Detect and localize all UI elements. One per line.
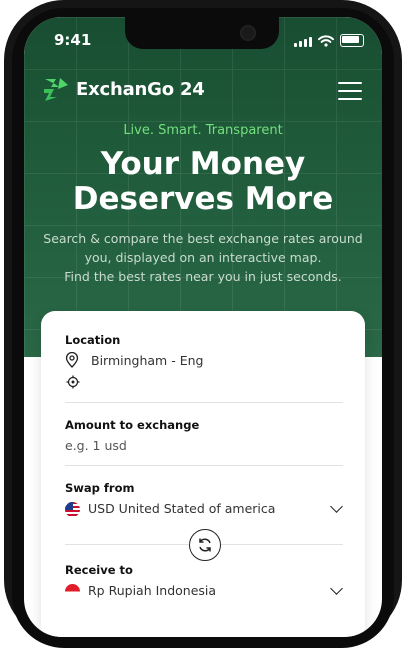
lightning-arrows-icon	[44, 78, 68, 101]
us-flag-icon	[65, 502, 80, 517]
hamburger-menu-icon[interactable]	[338, 82, 362, 106]
hero-description: Search & compare the best exchange rates…	[36, 229, 370, 286]
battery-icon	[340, 34, 364, 47]
hero-tagline: Live. Smart. Transparent	[123, 123, 283, 138]
description-line-1: Search & compare the best exchange rates…	[43, 231, 363, 246]
swap-from-value[interactable]: USD United Stated of america	[88, 501, 275, 516]
wifi-icon	[318, 35, 334, 47]
map-pin-icon	[65, 352, 79, 368]
headline-line-2: Deserves More	[72, 181, 334, 217]
dynamic-island	[125, 17, 279, 49]
device-frame: 9:41 ExchanGo 24 Live. Smart. Transparen…	[0, 0, 406, 648]
divider	[65, 465, 343, 466]
headline-line-1: Your Money	[100, 146, 306, 182]
brand-name: ExchanGo 24	[76, 78, 205, 100]
cellular-signal-icon	[294, 37, 312, 47]
swap-currencies-button[interactable]	[189, 529, 221, 561]
camera-icon	[240, 25, 256, 41]
receive-value[interactable]: Rp Rupiah Indonesia	[88, 583, 216, 598]
status-time: 9:41	[54, 31, 92, 49]
location-value[interactable]: Birmingham - Eng	[91, 353, 203, 368]
amount-label: Amount to exchange	[65, 418, 200, 432]
exchange-form-card: Location Birmingham - Eng Amount to exch…	[41, 311, 365, 637]
amount-input[interactable]	[65, 434, 341, 456]
swap-from-label: Swap from	[65, 481, 135, 495]
hero-headline: Your Money Deserves More	[24, 147, 382, 217]
chevron-down-icon[interactable]	[330, 500, 343, 513]
app-screen: 9:41 ExchanGo 24 Live. Smart. Transparen…	[24, 17, 382, 637]
hero-section: 9:41 ExchanGo 24 Live. Smart. Transparen…	[24, 17, 382, 357]
status-icons	[294, 34, 364, 47]
receive-label: Receive to	[65, 563, 133, 577]
chevron-down-icon[interactable]	[330, 582, 343, 595]
description-line-2: you, displayed on an interactive map.	[84, 250, 322, 265]
locate-me-icon[interactable]	[66, 375, 80, 389]
swap-arrows-icon	[199, 538, 211, 552]
description-line-3: Find the best rates near you in just sec…	[64, 269, 342, 284]
location-label: Location	[65, 333, 121, 347]
brand-logo[interactable]: ExchanGo 24	[42, 75, 205, 103]
indonesia-flag-icon	[65, 584, 80, 599]
divider	[65, 402, 343, 403]
